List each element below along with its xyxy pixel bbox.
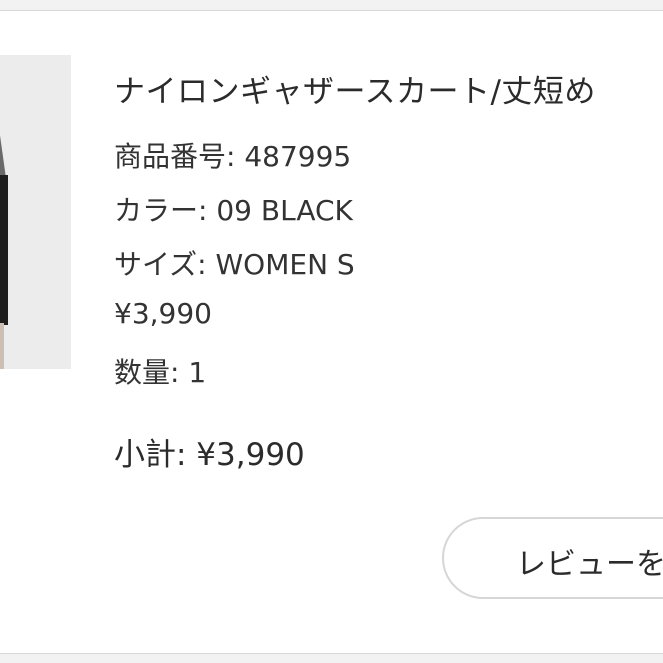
product-number: 商品番号: 487995: [114, 140, 352, 173]
product-title[interactable]: ナイロンギャザースカート/丈短め: [114, 66, 596, 111]
product-quantity: 数量: 1: [114, 356, 207, 389]
subtotal: 小計: ¥3,990: [114, 437, 305, 473]
write-review-label: レビューを書く: [516, 547, 663, 582]
thumbnail-skirt-shape: [0, 175, 8, 325]
thumbnail-leg-shape: [0, 323, 4, 369]
product-size: サイズ: WOMEN S: [114, 248, 355, 281]
product-thumbnail[interactable]: [0, 55, 71, 369]
product-color: カラー: 09 BLACK: [114, 194, 353, 227]
order-item-card: ナイロンギャザースカート/丈短め 商品番号: 487995 カラー: 09 BL…: [0, 10, 663, 654]
product-price: ¥3,990: [114, 297, 212, 330]
write-review-button[interactable]: レビューを書く: [442, 517, 663, 599]
